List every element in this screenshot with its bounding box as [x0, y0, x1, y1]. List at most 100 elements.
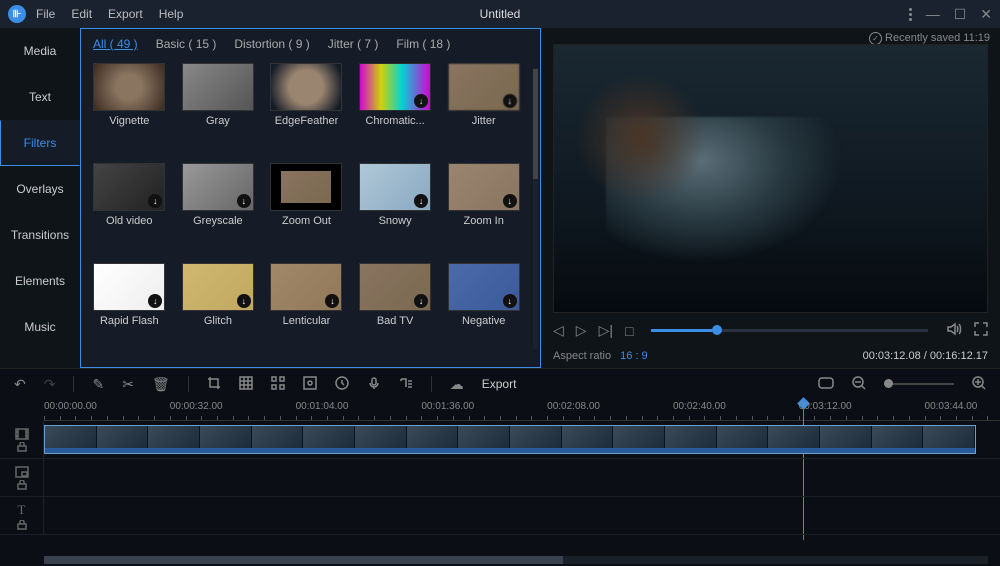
text-track-head[interactable]: T: [0, 497, 44, 534]
filter-thumbnail[interactable]: ↓: [93, 163, 165, 211]
sidebar-item-elements[interactable]: Elements: [0, 258, 80, 304]
delete-icon[interactable]: 🗑: [152, 376, 170, 393]
filters-scrollbar[interactable]: [533, 69, 538, 349]
voiceover-icon[interactable]: [367, 376, 381, 393]
sidebar-item-filters[interactable]: Filters: [0, 120, 80, 166]
lock-icon[interactable]: [17, 442, 27, 452]
filter-item[interactable]: ↓Rapid Flash: [93, 263, 166, 353]
filter-item[interactable]: EdgeFeather: [270, 63, 343, 153]
download-icon[interactable]: ↓: [503, 94, 517, 108]
menu-help[interactable]: Help: [159, 7, 184, 21]
sidebar-item-media[interactable]: Media: [0, 28, 80, 74]
download-icon[interactable]: ↓: [237, 294, 251, 308]
video-track[interactable]: short•video.mp4: [0, 421, 1000, 459]
filter-cat-all[interactable]: All ( 49 ): [93, 37, 138, 51]
download-icon[interactable]: ↓: [503, 194, 517, 208]
filter-thumbnail[interactable]: ↓: [448, 63, 520, 111]
filter-thumbnail[interactable]: [182, 63, 254, 111]
mosaic-icon[interactable]: [239, 376, 253, 393]
filter-item[interactable]: Vignette: [93, 63, 166, 153]
text-to-speech-icon[interactable]: [399, 376, 413, 393]
filter-thumbnail[interactable]: ↓: [182, 163, 254, 211]
timeline-ruler[interactable]: 00:00:00.0000:00:32.0000:01:04.0000:01:3…: [44, 399, 1000, 421]
preview-screen[interactable]: [553, 44, 988, 313]
zoom-out-icon[interactable]: [852, 376, 866, 393]
sidebar-item-overlays[interactable]: Overlays: [0, 166, 80, 212]
preview-seekbar[interactable]: [651, 329, 928, 332]
zoom-slider[interactable]: [884, 383, 954, 385]
filter-item[interactable]: ↓Glitch: [182, 263, 255, 353]
zoom-in-icon[interactable]: [972, 376, 986, 393]
more-icon[interactable]: [909, 6, 912, 23]
export-button[interactable]: Export: [482, 377, 517, 391]
filter-thumbnail[interactable]: ↓: [270, 263, 342, 311]
redo-icon[interactable]: ↷: [44, 376, 56, 393]
timeline-scrollbar[interactable]: [44, 556, 988, 564]
lock-icon[interactable]: [17, 520, 27, 530]
download-icon[interactable]: ↓: [325, 294, 339, 308]
filter-thumbnail[interactable]: ↓: [359, 63, 431, 111]
freeze-icon[interactable]: [303, 376, 317, 393]
overlay-track-head[interactable]: [0, 459, 44, 496]
filter-item[interactable]: Gray: [182, 63, 255, 153]
filter-thumbnail[interactable]: ↓: [182, 263, 254, 311]
fit-icon[interactable]: [818, 376, 834, 392]
filter-cat-jitter[interactable]: Jitter ( 7 ): [328, 37, 379, 51]
sidebar-item-text[interactable]: Text: [0, 74, 80, 120]
download-icon[interactable]: ↓: [414, 194, 428, 208]
menu-file[interactable]: File: [36, 7, 55, 21]
sidebar-item-music[interactable]: Music: [0, 304, 80, 350]
grid-icon[interactable]: [271, 376, 285, 393]
lock-icon[interactable]: [17, 480, 27, 490]
close-icon[interactable]: ✕: [980, 6, 992, 23]
text-track[interactable]: T: [0, 497, 1000, 535]
filter-item[interactable]: ↓Snowy: [359, 163, 432, 253]
filter-cat-distortion[interactable]: Distortion ( 9 ): [234, 37, 309, 51]
download-icon[interactable]: ↓: [237, 194, 251, 208]
download-icon[interactable]: ↓: [148, 294, 162, 308]
next-frame-icon[interactable]: ▷|: [599, 322, 613, 339]
edit-icon[interactable]: ✎: [92, 376, 104, 393]
filter-thumbnail[interactable]: ↓: [93, 263, 165, 311]
minimize-icon[interactable]: —: [926, 6, 940, 23]
filter-item[interactable]: ↓Lenticular: [270, 263, 343, 353]
stop-icon[interactable]: □: [625, 323, 633, 339]
filter-item[interactable]: ↓Bad TV: [359, 263, 432, 353]
download-icon[interactable]: ↓: [414, 94, 428, 108]
filter-thumbnail[interactable]: ↓: [448, 163, 520, 211]
prev-frame-icon[interactable]: ◁: [553, 322, 564, 339]
filter-thumbnail[interactable]: ↓: [359, 163, 431, 211]
menu-edit[interactable]: Edit: [71, 7, 92, 21]
undo-icon[interactable]: ↶: [14, 376, 26, 393]
fullscreen-icon[interactable]: [974, 322, 988, 339]
export-icon[interactable]: ☁: [450, 376, 464, 393]
filter-thumbnail[interactable]: [93, 63, 165, 111]
cut-icon[interactable]: ✂: [122, 376, 134, 393]
overlay-track[interactable]: [0, 459, 1000, 497]
filter-item[interactable]: ↓Greyscale: [182, 163, 255, 253]
filter-item[interactable]: ↓Chromatic...: [359, 63, 432, 153]
filter-cat-film[interactable]: Film ( 18 ): [396, 37, 450, 51]
filter-cat-basic[interactable]: Basic ( 15 ): [156, 37, 217, 51]
filter-thumbnail[interactable]: [270, 163, 342, 211]
download-icon[interactable]: ↓: [414, 294, 428, 308]
filter-thumbnail[interactable]: ↓: [359, 263, 431, 311]
filter-item[interactable]: Zoom Out: [270, 163, 343, 253]
filter-thumbnail[interactable]: ↓: [448, 263, 520, 311]
download-icon[interactable]: ↓: [148, 194, 162, 208]
crop-icon[interactable]: [207, 376, 221, 393]
download-icon[interactable]: ↓: [503, 294, 517, 308]
volume-icon[interactable]: [946, 321, 962, 340]
duration-icon[interactable]: [335, 376, 349, 393]
play-icon[interactable]: ▷: [576, 322, 587, 339]
filter-item[interactable]: ↓Jitter: [447, 63, 520, 153]
filter-item[interactable]: ↓Zoom In: [447, 163, 520, 253]
sidebar-item-transitions[interactable]: Transitions: [0, 212, 80, 258]
menu-export[interactable]: Export: [108, 7, 143, 21]
filter-item[interactable]: ↓Negative: [447, 263, 520, 353]
maximize-icon[interactable]: ☐: [954, 6, 967, 23]
video-clip[interactable]: short•video.mp4: [44, 425, 976, 454]
filter-thumbnail[interactable]: [270, 63, 342, 111]
video-track-head[interactable]: [0, 421, 44, 458]
filter-item[interactable]: ↓Old video: [93, 163, 166, 253]
